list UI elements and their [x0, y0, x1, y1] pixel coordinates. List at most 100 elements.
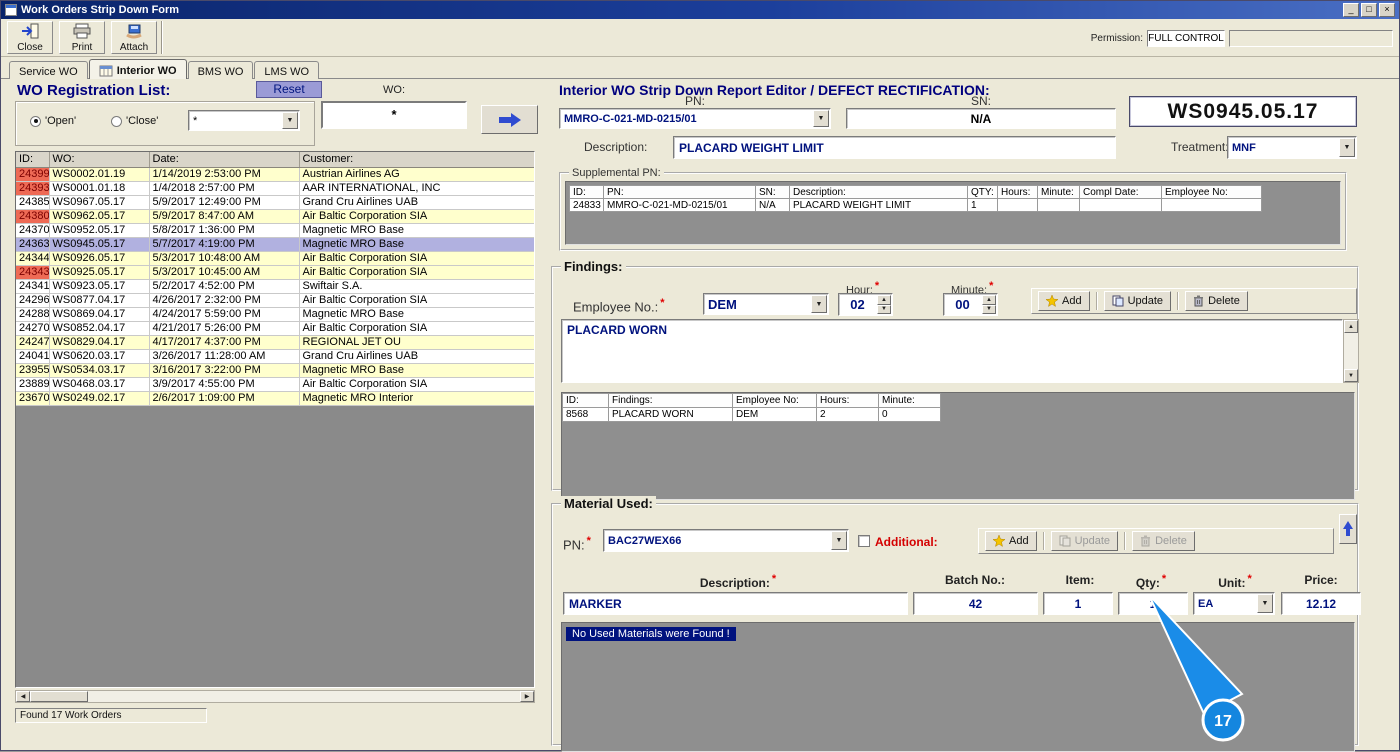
table-cell[interactable]: Austrian Airlines AG [299, 167, 534, 181]
minimize-button[interactable]: _ [1343, 3, 1359, 17]
table-row[interactable]: 24288WS0869.04.174/24/2017 5:59:00 PMMag… [16, 307, 534, 321]
table-cell[interactable]: 24041 [16, 349, 49, 363]
table-cell[interactable] [1080, 199, 1162, 212]
material-update-button[interactable]: Update [1051, 531, 1118, 551]
table-cell[interactable]: Magnetic MRO Base [299, 223, 534, 237]
table-cell[interactable]: 24393 [16, 181, 49, 195]
table-cell[interactable]: 24247 [16, 335, 49, 349]
table-cell[interactable]: WS0877.04.17 [49, 293, 149, 307]
price-field[interactable]: 12.12 [1281, 592, 1361, 615]
table-cell[interactable]: Magnetic MRO Interior [299, 391, 534, 405]
table-cell[interactable]: WS0829.04.17 [49, 335, 149, 349]
chevron-down-icon[interactable]: ▼ [1257, 594, 1273, 613]
table-row[interactable]: 24363WS0945.05.175/7/2017 4:19:00 PMMagn… [16, 237, 534, 251]
table-cell[interactable]: 3/9/2017 4:55:00 PM [149, 377, 299, 391]
column-header[interactable]: Hours: [817, 394, 879, 408]
scroll-right-icon[interactable]: ▶ [520, 691, 534, 702]
table-row[interactable]: 23670WS0249.02.172/6/2017 1:09:00 PMMagn… [16, 391, 534, 405]
column-header[interactable]: PN: [604, 186, 756, 199]
findings-update-button[interactable]: Update [1104, 291, 1171, 311]
radio-close[interactable]: 'Close' [111, 115, 158, 127]
treatment-combo[interactable]: MNF ▼ [1227, 136, 1357, 159]
table-cell[interactable]: 4/26/2017 2:32:00 PM [149, 293, 299, 307]
table-cell[interactable]: 1/14/2019 2:53:00 PM [149, 167, 299, 181]
table-cell[interactable]: WS0945.05.17 [49, 237, 149, 251]
chevron-down-icon[interactable]: ▼ [811, 295, 827, 313]
batch-no-field[interactable]: 42 [913, 592, 1038, 615]
table-row[interactable]: 24247WS0829.04.174/17/2017 4:37:00 PMREG… [16, 335, 534, 349]
material-description-field[interactable]: MARKER [563, 592, 908, 615]
table-cell[interactable]: N/A [756, 199, 790, 212]
table-cell[interactable]: REGIONAL JET OU [299, 335, 534, 349]
table-cell[interactable]: Swiftair S.A. [299, 279, 534, 293]
table-cell[interactable]: Magnetic MRO Base [299, 307, 534, 321]
table-cell[interactable]: WS0923.05.17 [49, 279, 149, 293]
table-cell[interactable]: 23889 [16, 377, 49, 391]
table-row[interactable]: 24296WS0877.04.174/26/2017 2:32:00 PMAir… [16, 293, 534, 307]
table-cell[interactable]: WS0869.04.17 [49, 307, 149, 321]
table-cell[interactable]: 24288 [16, 307, 49, 321]
table-cell[interactable]: WS0468.03.17 [49, 377, 149, 391]
table-cell[interactable]: WS0962.05.17 [49, 209, 149, 223]
column-header[interactable]: Minute: [1038, 186, 1080, 199]
scrollbar-thumb[interactable] [30, 691, 88, 702]
table-cell[interactable]: 5/3/2017 10:45:00 AM [149, 265, 299, 279]
print-button[interactable]: Print [59, 21, 105, 54]
findings-delete-button[interactable]: Delete [1185, 291, 1248, 311]
collapse-up-button[interactable] [1339, 514, 1357, 544]
table-cell[interactable]: 5/2/2017 4:52:00 PM [149, 279, 299, 293]
spin-down-icon[interactable]: ▼ [982, 305, 996, 315]
table-cell[interactable]: Air Baltic Corporation SIA [299, 251, 534, 265]
tab-lms-wo[interactable]: LMS WO [254, 61, 319, 79]
table-row[interactable]: 24341WS0923.05.175/2/2017 4:52:00 PMSwif… [16, 279, 534, 293]
table-cell[interactable]: 23670 [16, 391, 49, 405]
spin-up-icon[interactable]: ▲ [877, 295, 891, 305]
table-cell[interactable]: PLACARD WORN [609, 408, 733, 422]
scroll-left-icon[interactable]: ◀ [16, 691, 30, 702]
table-cell[interactable]: Grand Cru Airlines UAB [299, 349, 534, 363]
table-row[interactable]: 24385WS0967.05.175/9/2017 12:49:00 PMGra… [16, 195, 534, 209]
table-cell[interactable]: 4/17/2017 4:37:00 PM [149, 335, 299, 349]
table-cell[interactable]: WS0534.03.17 [49, 363, 149, 377]
radio-open[interactable]: 'Open' [30, 115, 76, 127]
column-header[interactable]: ID: [570, 186, 604, 199]
column-header[interactable]: WO: [49, 152, 149, 167]
column-header[interactable]: Compl Date: [1080, 186, 1162, 199]
table-row[interactable]: 23955WS0534.03.173/16/2017 3:22:00 PMMag… [16, 363, 534, 377]
wo-search-input[interactable]: * [321, 101, 467, 129]
table-cell[interactable]: 24344 [16, 251, 49, 265]
table-cell[interactable]: 5/7/2017 4:19:00 PM [149, 237, 299, 251]
table-row[interactable]: 24344WS0926.05.175/3/2017 10:48:00 AMAir… [16, 251, 534, 265]
table-cell[interactable]: 5/9/2017 8:47:00 AM [149, 209, 299, 223]
column-header[interactable]: Findings: [609, 394, 733, 408]
table-cell[interactable]: 24343 [16, 265, 49, 279]
item-field[interactable]: 1 [1043, 592, 1113, 615]
table-cell[interactable]: WS0002.01.19 [49, 167, 149, 181]
table-cell[interactable]: Air Baltic Corporation SIA [299, 321, 534, 335]
table-row[interactable]: 24370WS0952.05.175/8/2017 1:36:00 PMMagn… [16, 223, 534, 237]
table-row[interactable]: 8568PLACARD WORNDEM20 [563, 408, 941, 422]
table-cell[interactable]: 3/16/2017 3:22:00 PM [149, 363, 299, 377]
table-cell[interactable]: 24399 [16, 167, 49, 181]
table-row[interactable]: 24270WS0852.04.174/21/2017 5:26:00 PMAir… [16, 321, 534, 335]
scroll-up-icon[interactable]: ▲ [1344, 320, 1358, 333]
table-cell[interactable]: WS0952.05.17 [49, 223, 149, 237]
search-go-button[interactable] [481, 105, 538, 134]
table-cell[interactable]: Grand Cru Airlines UAB [299, 195, 534, 209]
column-header[interactable]: ID: [563, 394, 609, 408]
material-delete-button[interactable]: Delete [1132, 531, 1195, 551]
material-add-button[interactable]: Add [985, 531, 1037, 551]
table-cell[interactable]: WS0852.04.17 [49, 321, 149, 335]
chevron-down-icon[interactable]: ▼ [813, 110, 829, 127]
column-header[interactable]: Hours: [998, 186, 1038, 199]
column-header[interactable]: Customer: [299, 152, 534, 167]
table-cell[interactable]: Air Baltic Corporation SIA [299, 209, 534, 223]
table-row[interactable]: 24380WS0962.05.175/9/2017 8:47:00 AMAir … [16, 209, 534, 223]
table-cell[interactable]: AAR INTERNATIONAL, INC [299, 181, 534, 195]
reset-button[interactable]: Reset [256, 81, 322, 98]
attach-button[interactable]: Attach [111, 21, 157, 54]
table-cell[interactable] [1038, 199, 1080, 212]
table-cell[interactable]: DEM [733, 408, 817, 422]
minute-spinner[interactable]: 00 ▲ ▼ [943, 293, 998, 316]
table-row[interactable]: 24343WS0925.05.175/3/2017 10:45:00 AMAir… [16, 265, 534, 279]
